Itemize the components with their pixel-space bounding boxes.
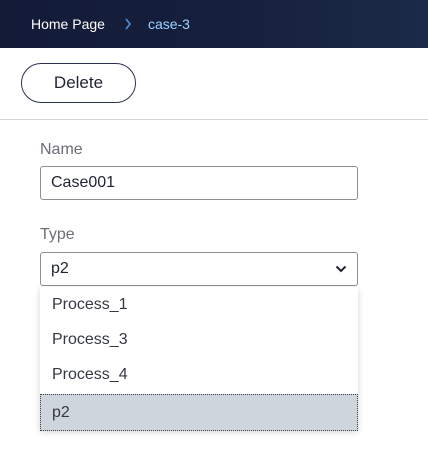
name-label: Name xyxy=(40,141,83,158)
name-input[interactable] xyxy=(40,166,358,200)
chevron-down-icon xyxy=(335,265,347,273)
type-dropdown-list: Process_1 Process_3 Process_4 p2 xyxy=(40,287,358,431)
top-bar: Home Page case-3 xyxy=(0,0,428,48)
type-option-process-1[interactable]: Process_1 xyxy=(40,288,358,322)
breadcrumb-current[interactable]: case-3 xyxy=(148,16,190,32)
delete-button[interactable]: Delete xyxy=(21,63,136,103)
type-select[interactable]: p2 xyxy=(40,252,358,286)
type-label: Type xyxy=(40,226,75,243)
chevron-right-icon xyxy=(124,18,132,30)
breadcrumb: Home Page case-3 xyxy=(31,16,190,32)
type-option-process-3[interactable]: Process_3 xyxy=(40,323,358,357)
type-select-value: p2 xyxy=(51,260,69,277)
breadcrumb-home-link[interactable]: Home Page xyxy=(31,16,105,32)
type-option-process-4[interactable]: Process_4 xyxy=(40,358,358,392)
toolbar: Delete xyxy=(0,48,428,120)
type-option-p2[interactable]: p2 xyxy=(40,394,358,431)
